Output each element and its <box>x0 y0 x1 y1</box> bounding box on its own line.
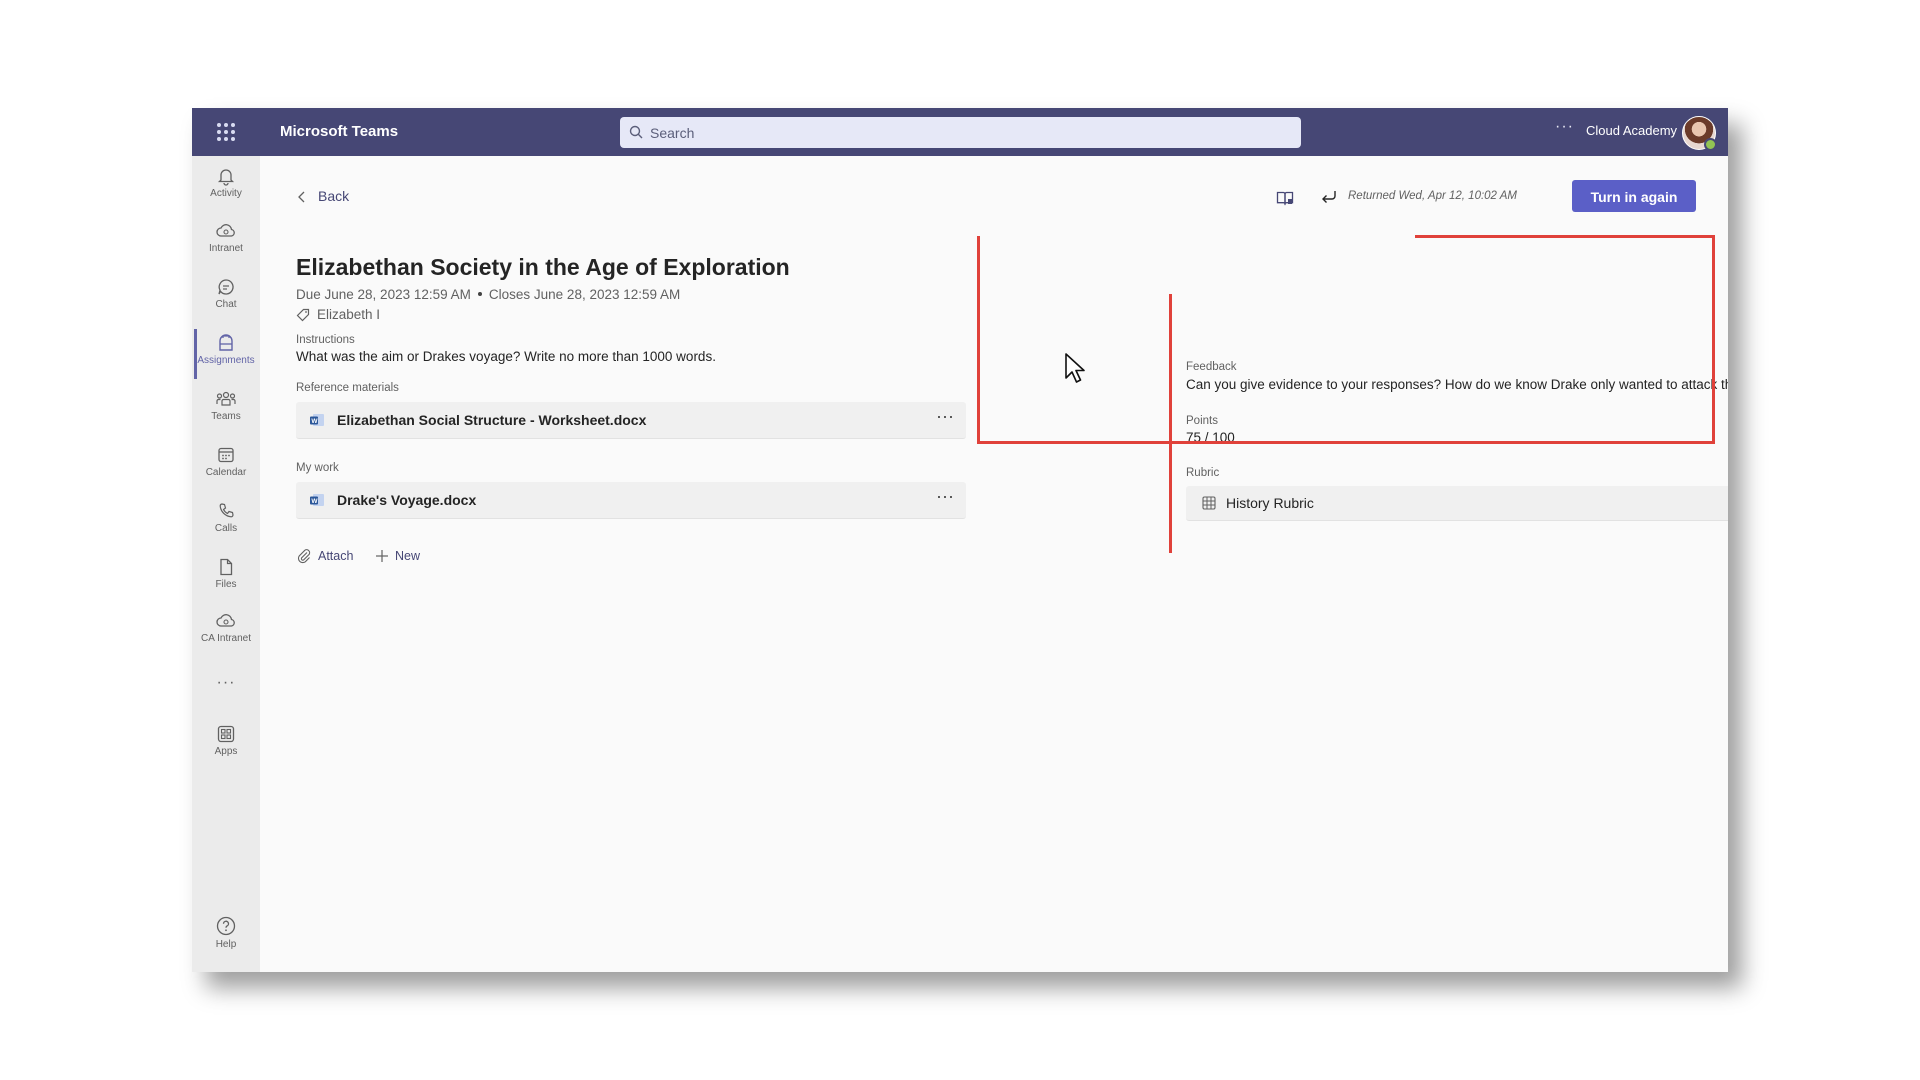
app-title: Microsoft Teams <box>280 123 399 140</box>
rail-item-chat[interactable]: Chat <box>192 273 260 323</box>
search-placeholder: Search <box>650 125 695 141</box>
highlight-right-edge <box>1712 235 1715 444</box>
search-input[interactable]: Search <box>620 117 1301 148</box>
rail-item-files[interactable]: Files <box>192 553 260 603</box>
instructions-label: Instructions <box>296 334 355 346</box>
rail-label: Calls <box>214 523 238 534</box>
grid-icon <box>1202 496 1216 510</box>
bell-icon <box>217 169 235 186</box>
file-more-options-icon[interactable]: ··· <box>936 486 954 507</box>
app-launcher-icon[interactable] <box>217 123 235 141</box>
word-doc-icon: W <box>310 494 324 506</box>
tag-icon <box>296 308 310 322</box>
rail-label: Assignments <box>197 355 255 366</box>
paperclip-icon <box>297 549 311 564</box>
tag-label: Elizabeth I <box>317 307 381 322</box>
new-label: New <box>395 549 421 563</box>
rail-item-calls[interactable]: Calls <box>192 497 260 547</box>
rail-item-teams[interactable]: Teams <box>192 385 260 435</box>
rail-label: Apps <box>214 746 238 757</box>
rail-label: Chat <box>215 299 237 310</box>
svg-text:W: W <box>311 498 318 505</box>
assignment-detail: Back Returned Wed, Apr 12, 10:02 AM Turn… <box>260 156 1728 972</box>
my-work-file-name: Drake's Voyage.docx <box>337 492 477 508</box>
phone-icon <box>219 503 234 518</box>
separator-dot <box>477 292 482 296</box>
reference-materials-label: Reference materials <box>296 382 399 394</box>
org-name[interactable]: Cloud Academy <box>1586 123 1677 138</box>
rail-label: Teams <box>211 411 241 422</box>
reference-file-name: Elizabethan Social Structure - Worksheet… <box>337 412 647 428</box>
rubric-label: Rubric <box>1186 467 1220 479</box>
calendar-icon <box>218 447 234 463</box>
feedback-text: Can you give evidence to your responses?… <box>1186 377 1728 392</box>
rubric-card[interactable]: History Rubric <box>1186 486 1728 521</box>
highlight-bottom-edge <box>977 441 1715 444</box>
top-bar: Microsoft Teams Search ··· Cloud Academy <box>192 108 1728 156</box>
highlight-left-edge <box>977 236 980 444</box>
search-icon <box>629 125 643 139</box>
chevron-left-icon <box>298 191 305 203</box>
rubric-name: History Rubric <box>1226 495 1314 511</box>
apps-icon <box>217 725 235 743</box>
returned-status: Returned Wed, Apr 12, 10:02 AM <box>1348 190 1517 202</box>
rail-item-help[interactable]: Help <box>192 911 260 961</box>
points-label: Points <box>1186 415 1218 427</box>
assignments-icon <box>219 334 233 351</box>
reference-file-card[interactable]: W Elizabethan Social Structure - Workshe… <box>296 402 966 439</box>
assignment-dates: Due June 28, 2023 12:59 AM Closes June 28… <box>296 287 680 302</box>
app-rail: Activity Intranet Chat Assignments Teams… <box>192 156 260 972</box>
teams-icon <box>216 391 236 406</box>
more-apps-icon[interactable]: ··· <box>192 674 260 692</box>
chat-icon <box>218 279 234 295</box>
rail-label: Help <box>215 939 237 950</box>
word-doc-icon: W <box>310 414 324 426</box>
attach-label: Attach <box>318 549 354 563</box>
immersive-reader-icon[interactable] <box>1276 190 1294 206</box>
rail-label: Intranet <box>209 243 243 254</box>
rail-label: Calendar <box>205 467 247 478</box>
file-more-options-icon[interactable]: ··· <box>936 406 954 427</box>
cloud-icon <box>216 224 235 237</box>
rail-label: Files <box>215 579 237 590</box>
file-icon <box>220 558 233 576</box>
back-label: Back <box>318 188 350 204</box>
assignment-title: Elizabethan Society in the Age of Explor… <box>296 254 790 280</box>
rail-item-activity[interactable]: Activity <box>192 162 260 212</box>
my-work-label: My work <box>296 462 339 474</box>
help-icon <box>216 916 236 936</box>
mouse-cursor-icon <box>1065 353 1085 383</box>
plus-icon <box>376 550 388 562</box>
rail-item-intranet[interactable]: Intranet <box>192 217 260 267</box>
presence-status-icon <box>1704 138 1717 151</box>
more-options-icon[interactable]: ··· <box>1555 118 1574 136</box>
highlight-top-edge <box>1415 235 1715 238</box>
highlight-frame-left <box>1169 294 1172 553</box>
feedback-label: Feedback <box>1186 361 1237 373</box>
returned-icon <box>1322 191 1336 203</box>
turn-in-again-button[interactable]: Turn in again <box>1572 180 1696 212</box>
rail-item-ca-intranet[interactable]: CA Intranet <box>192 607 260 657</box>
rail-item-calendar[interactable]: Calendar <box>192 441 260 491</box>
rail-label: Activity <box>210 188 242 199</box>
rail-label: CA Intranet <box>200 633 252 644</box>
cloud-icon <box>216 614 235 627</box>
close-date: Closes June 28, 2023 12:59 AM <box>488 287 681 302</box>
rail-item-assignments[interactable]: Assignments <box>192 329 260 379</box>
rail-item-apps[interactable]: Apps <box>192 720 260 770</box>
instructions-text: What was the aim or Drakes voyage? Write… <box>296 349 716 364</box>
svg-text:W: W <box>311 418 318 425</box>
due-date: Due June 28, 2023 12:59 AM <box>296 287 471 302</box>
my-work-file-card[interactable]: W Drake's Voyage.docx ··· <box>296 482 966 519</box>
